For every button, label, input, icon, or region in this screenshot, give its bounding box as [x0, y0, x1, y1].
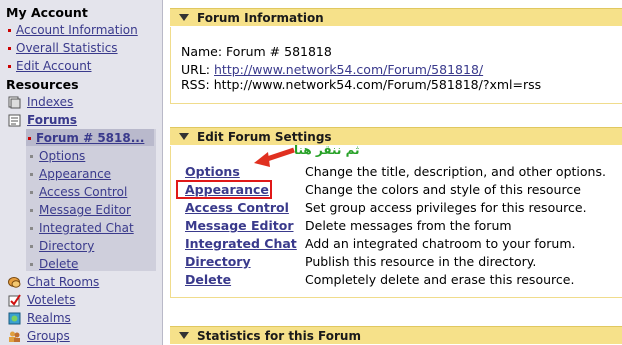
chat-rooms-icon [8, 276, 21, 289]
sidebar-link-edit-account[interactable]: Edit Account [8, 59, 92, 73]
bullet-icon [8, 65, 11, 68]
bullet-icon [30, 227, 33, 230]
settings-desc-directory: Publish this resource in the directory. [305, 254, 537, 269]
settings-link-integrated-chat[interactable]: Integrated Chat [185, 236, 297, 251]
forum-subitem-integrated-chat[interactable]: Integrated Chat [30, 221, 134, 235]
sidebar-item-groups[interactable]: Groups [8, 329, 70, 343]
forum-information-header[interactable]: Forum Information [170, 8, 622, 26]
sidebar-link-overall-statistics[interactable]: Overall Statistics [8, 41, 118, 55]
settings-desc-options: Change the title, description, and other… [305, 164, 606, 179]
forum-subitem-directory[interactable]: Directory [30, 239, 94, 253]
settings-desc-access-control: Set group access privileges for this res… [305, 200, 587, 215]
settings-desc-message-editor: Delete messages from the forum [305, 218, 512, 233]
bullet-icon [30, 263, 33, 266]
sidebar-item-indexes[interactable]: Indexes [8, 95, 73, 109]
settings-desc-delete: Completely delete and erase this resourc… [305, 272, 575, 287]
my-account-heading: My Account [6, 5, 88, 20]
appearance-highlight-box [176, 180, 272, 199]
settings-desc-integrated-chat: Add an integrated chatroom to your forum… [305, 236, 576, 251]
settings-link-access-control[interactable]: Access Control [185, 200, 289, 215]
sidebar-item-forum[interactable]: Forum # 5818... [28, 131, 144, 145]
edit-forum-settings-header[interactable]: Edit Forum Settings [170, 127, 622, 145]
resources-heading: Resources [6, 77, 79, 92]
sidebar-item-chat-rooms[interactable]: Chat Rooms [8, 275, 99, 289]
indexes-icon [8, 96, 21, 109]
forum-url-line: URL: http://www.network54.com/Forum/5818… [181, 62, 484, 77]
triangle-down-icon [179, 14, 189, 21]
votelets-icon [8, 293, 21, 307]
red-arrow-icon [254, 147, 295, 167]
forum-subitem-delete[interactable]: Delete [30, 257, 78, 271]
statistics-header[interactable]: Statistics for this Forum [170, 326, 622, 344]
bullet-icon [30, 191, 33, 194]
groups-icon [8, 330, 21, 343]
forum-name: Name: Forum # 581818 [181, 44, 332, 59]
bullet-icon [30, 245, 33, 248]
sidebar-item-forums[interactable]: Forums [8, 113, 77, 127]
forum-subitem-access-control[interactable]: Access Control [30, 185, 127, 199]
triangle-down-icon [179, 133, 189, 140]
settings-desc-appearance: Change the colors and style of this reso… [305, 182, 581, 197]
forums-icon [8, 114, 21, 127]
settings-link-directory[interactable]: Directory [185, 254, 251, 269]
bullet-icon [28, 137, 31, 140]
forum-subitem-appearance[interactable]: Appearance [30, 167, 111, 181]
forum-subitem-message-editor[interactable]: Message Editor [30, 203, 131, 217]
forum-url-link[interactable]: http://www.network54.com/Forum/581818/ [214, 62, 483, 77]
settings-link-options[interactable]: Options [185, 164, 240, 179]
bullet-icon [8, 29, 11, 32]
forum-rss-line: RSS: http://www.network54.com/Forum/5818… [181, 77, 542, 92]
settings-link-delete[interactable]: Delete [185, 272, 231, 287]
forum-subitem-options[interactable]: Options [30, 149, 85, 163]
sidebar: My Account Account Information Overall S… [0, 0, 163, 345]
sidebar-link-account-information[interactable]: Account Information [8, 23, 138, 37]
bullet-icon [30, 209, 33, 212]
annotation-text: ثم ننقر هنا [294, 143, 360, 157]
bullet-icon [8, 47, 11, 50]
sidebar-item-votelets[interactable]: Votelets [8, 293, 75, 307]
realms-icon [8, 312, 21, 325]
bullet-icon [30, 155, 33, 158]
sidebar-item-realms[interactable]: Realms [8, 311, 71, 325]
triangle-down-icon [179, 332, 189, 339]
settings-link-message-editor[interactable]: Message Editor [185, 218, 294, 233]
bullet-icon [30, 173, 33, 176]
